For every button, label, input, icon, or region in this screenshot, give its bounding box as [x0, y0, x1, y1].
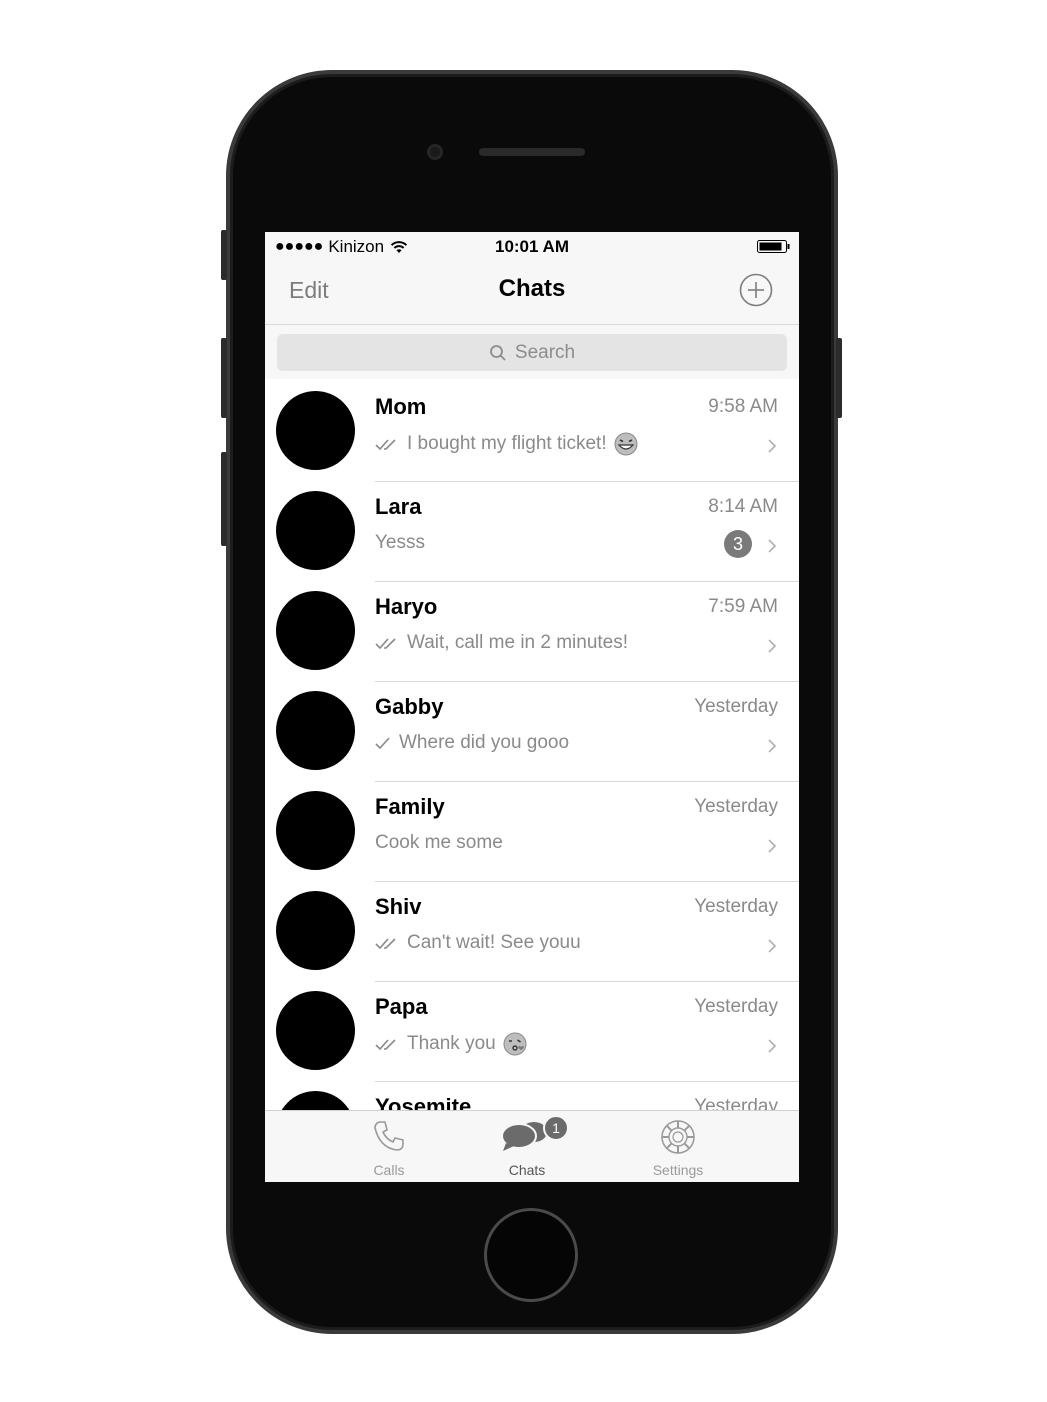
avatar — [276, 591, 355, 670]
chat-time: Yesterday — [694, 996, 778, 1017]
avatar — [276, 391, 355, 470]
chevron-right-icon — [768, 939, 777, 953]
chevron-right-icon — [768, 839, 777, 853]
gear-icon — [661, 1120, 695, 1154]
tab-label: Chats — [508, 1162, 546, 1178]
chat-list: Mom 9:58 AM I bought my flight ticket! L… — [265, 382, 799, 1182]
screen: ●●●●● Kinizon 10:01 AM Edit Chats Search… — [265, 232, 799, 1182]
chat-row-gabby[interactable]: Gabby Yesterday Where did you gooo — [265, 682, 799, 782]
avatar — [276, 791, 355, 870]
chevron-right-icon — [768, 639, 777, 653]
chat-row-mom[interactable]: Mom 9:58 AM I bought my flight ticket! — [265, 382, 799, 482]
avatar — [276, 691, 355, 770]
chevron-right-icon — [768, 539, 777, 553]
search-bar-container: Search — [265, 325, 799, 379]
chat-row-shiv[interactable]: Shiv Yesterday Can't wait! See youu — [265, 882, 799, 982]
silent-switch — [221, 230, 227, 280]
chevron-right-icon — [768, 439, 777, 453]
volume-up-button — [221, 338, 227, 418]
front-camera — [427, 144, 443, 160]
chat-preview: Thank you — [407, 1033, 496, 1054]
avatar — [276, 491, 355, 570]
avatar — [276, 991, 355, 1070]
home-button[interactable] — [484, 1208, 578, 1302]
chat-name: Family — [375, 794, 445, 819]
avatar — [276, 891, 355, 970]
chat-row-papa[interactable]: Papa Yesterday Thank you — [265, 982, 799, 1082]
chat-name: Lara — [375, 494, 422, 519]
phone-icon — [374, 1121, 404, 1151]
chat-name: Shiv — [375, 894, 422, 919]
tab-calls[interactable]: Calls — [329, 1111, 449, 1182]
new-chat-plus-icon[interactable] — [739, 273, 773, 307]
chevron-right-icon — [768, 739, 777, 753]
power-button — [836, 338, 842, 418]
search-placeholder: Search — [514, 341, 576, 363]
kissing-face-icon — [503, 1032, 527, 1056]
chat-name: Mom — [375, 394, 427, 419]
chat-preview: Yesss — [375, 532, 425, 553]
chat-preview: Wait, call me in 2 minutes! — [407, 632, 629, 653]
chat-name: Haryo — [375, 594, 438, 619]
earpiece-speaker — [479, 148, 585, 156]
double-check-icon — [375, 1039, 396, 1051]
navigation-bar: Edit Chats — [265, 262, 799, 325]
battery-icon — [757, 240, 790, 253]
chat-time: Yesterday — [694, 896, 778, 917]
clock: 10:01 AM — [494, 237, 569, 256]
search-input[interactable]: Search — [277, 334, 787, 371]
chat-time: Yesterday — [694, 796, 778, 817]
check-icon — [375, 737, 390, 750]
tab-unread-badge: 1 — [543, 1115, 569, 1141]
double-check-icon — [375, 938, 396, 950]
tab-settings[interactable]: Settings — [618, 1111, 738, 1182]
grinning-face-icon — [614, 432, 638, 456]
tab-chats[interactable]: 1 Chats — [467, 1111, 587, 1182]
chat-time: 9:58 AM — [708, 396, 778, 417]
page-title: Chats — [498, 275, 566, 302]
chat-preview: Cook me some — [375, 832, 503, 853]
chat-preview: Where did you gooo — [399, 732, 570, 753]
tab-bar: Calls 1 Chats Settings — [265, 1110, 799, 1182]
chat-preview: Can't wait! See youu — [407, 932, 581, 953]
chevron-right-icon — [768, 1039, 777, 1053]
chat-name: Papa — [375, 994, 428, 1019]
tab-label: Calls — [373, 1162, 405, 1178]
chat-row-lara[interactable]: Lara 8:14 AM Yesss 3 — [265, 482, 799, 582]
double-check-icon — [375, 439, 396, 451]
volume-down-button — [221, 452, 227, 546]
double-check-icon — [375, 638, 396, 650]
status-bar: ●●●●● Kinizon 10:01 AM — [265, 232, 799, 262]
search-icon — [489, 344, 506, 361]
tab-label: Settings — [652, 1162, 704, 1178]
chat-time: Yesterday — [694, 696, 778, 717]
chat-name: Gabby — [375, 694, 444, 719]
unread-count-badge: 3 — [724, 530, 752, 558]
chat-time: 8:14 AM — [708, 496, 778, 517]
chat-row-haryo[interactable]: Haryo 7:59 AM Wait, call me in 2 minutes… — [265, 582, 799, 682]
chat-preview: I bought my flight ticket! — [407, 433, 607, 454]
chat-time: 7:59 AM — [708, 596, 778, 617]
chat-row-family[interactable]: Family Yesterday Cook me some — [265, 782, 799, 882]
